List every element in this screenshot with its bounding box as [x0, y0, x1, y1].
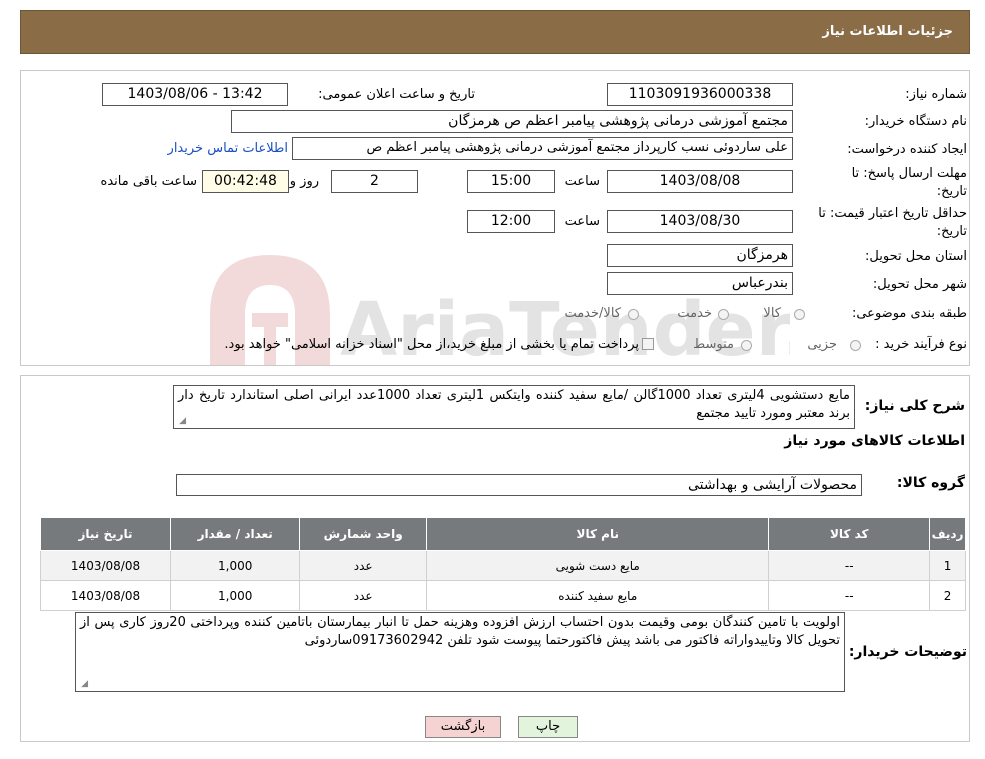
category-label: طبقه بندی موضوعی: [851, 306, 967, 321]
items-section-title: اطلاعات کالاهای مورد نیاز [784, 433, 965, 449]
cell-name: مایع دست شویی [426, 550, 770, 581]
price-validity-label: حداقل تاریخ اعتبار قیمت: تا تاریخ: [818, 206, 967, 239]
cell-qty: 1,000 [170, 550, 301, 581]
cell-row: 2 [929, 580, 966, 611]
table-row: 2 -- مایع سفید کننده عدد 1,000 1403/08/0… [39, 580, 966, 611]
category-service-label: خدمت [677, 306, 712, 321]
table-header-row: ردیف کد کالا نام کالا واحد شمارش تعداد /… [39, 517, 966, 551]
price-validity-time-label: ساعت [564, 214, 600, 229]
col-code-header: کد کالا [768, 517, 931, 551]
resize-grip-icon[interactable]: ◢ [177, 417, 186, 426]
treasury-checkbox[interactable] [642, 338, 654, 350]
cell-name: مایع سفید کننده [426, 580, 770, 611]
buyer-notes-textarea[interactable]: اولویت با تامین کنندگان بومی وقیمت بدون … [75, 612, 845, 692]
category-goods-service-radio[interactable] [628, 309, 639, 320]
page-header: جزئیات اطلاعات نیاز [20, 10, 970, 54]
process-type-label: نوع فرآیند خرید : [875, 337, 967, 352]
price-validity-date-field: 1403/08/30 [607, 210, 793, 233]
buyer-notes-label: توضیحات خریدار: [848, 644, 967, 660]
process-medium-radio[interactable] [741, 340, 752, 351]
need-number-label: شماره نیاز: [905, 87, 967, 102]
remaining-time-label: ساعت باقی مانده [100, 174, 197, 189]
days-label: روز و [289, 174, 319, 189]
col-row-header: ردیف [929, 517, 966, 551]
buyer-notes-text: اولویت با تامین کنندگان بومی وقیمت بدون … [80, 615, 840, 648]
category-goods-service-label: کالا/خدمت [564, 306, 621, 321]
price-validity-time-field: 12:00 [467, 210, 555, 233]
remaining-time-field: 00:42:48 [202, 170, 289, 193]
announce-date-field: 1403/08/06 - 13:42 [102, 83, 288, 106]
buyer-org-label: نام دستگاه خریدار: [864, 114, 967, 129]
category-goods-label: کالا [763, 306, 781, 321]
summary-text: مایع دستشویی 4لیتری تعداد 1000گالن /مایع… [178, 388, 851, 421]
need-number-field: 1103091936000338 [607, 83, 793, 106]
col-unit-header: واحد شمارش [299, 517, 428, 551]
deadline-time-label: ساعت [564, 174, 600, 189]
buyer-contact-link[interactable]: اطلاعات تماس خریدار [168, 141, 288, 156]
treasury-note: پرداخت تمام یا بخشی از مبلغ خرید،از محل … [224, 337, 639, 352]
back-button[interactable]: بازگشت [425, 716, 501, 738]
watermark-text: AriaTender.neT [340, 287, 790, 373]
process-medium-label: متوسط [693, 337, 734, 352]
summary-label: شرح کلی نیاز: [864, 398, 965, 414]
col-qty-header: تعداد / مقدار [170, 517, 301, 551]
cell-unit: عدد [299, 550, 428, 581]
buyer-org-field: مجتمع آموزشی درمانی پژوهشی پیامبر اعظم ص… [231, 110, 793, 133]
col-date-header: تاریخ نیاز [39, 517, 172, 551]
page-title: جزئیات اطلاعات نیاز [822, 24, 953, 39]
cell-row: 1 [929, 550, 966, 581]
cell-date: 1403/08/08 [39, 550, 172, 581]
print-button[interactable]: چاپ [518, 716, 578, 738]
deadline-label: مهلت ارسال پاسخ: تا تاریخ: [851, 166, 967, 199]
deadline-date-field: 1403/08/08 [607, 170, 793, 193]
goods-group-field: محصولات آرایشی و بهداشتی [176, 474, 862, 496]
col-name-header: نام کالا [426, 517, 770, 551]
category-goods-radio[interactable] [794, 309, 805, 320]
items-table: ردیف کد کالا نام کالا واحد شمارش تعداد /… [39, 517, 966, 611]
category-service-radio[interactable] [718, 309, 729, 320]
announce-date-label: تاریخ و ساعت اعلان عمومی: [318, 87, 475, 102]
city-label: شهر محل تحویل: [872, 277, 967, 292]
creator-field: علی ساردوئی نسب کارپرداز مجتمع آموزشی در… [292, 137, 793, 160]
deadline-time-field: 15:00 [467, 170, 555, 193]
cell-qty: 1,000 [170, 580, 301, 611]
days-field: 2 [331, 170, 418, 193]
process-minor-radio[interactable] [850, 340, 861, 351]
summary-textarea[interactable]: مایع دستشویی 4لیتری تعداد 1000گالن /مایع… [173, 385, 855, 429]
city-field: بندرعباس [607, 272, 793, 295]
goods-group-label: گروه کالا: [896, 475, 965, 491]
cell-code: -- [768, 550, 931, 581]
province-label: استان محل تحویل: [865, 249, 967, 264]
province-field: هرمزگان [607, 244, 793, 267]
resize-grip-icon[interactable]: ◢ [79, 680, 88, 689]
cell-date: 1403/08/08 [39, 580, 172, 611]
creator-label: ایجاد کننده درخواست: [847, 142, 967, 157]
table-row: 1 -- مایع دست شویی عدد 1,000 1403/08/08 [39, 550, 966, 581]
cell-unit: عدد [299, 580, 428, 611]
process-minor-label: جزیی [807, 337, 837, 352]
cell-code: -- [768, 580, 931, 611]
